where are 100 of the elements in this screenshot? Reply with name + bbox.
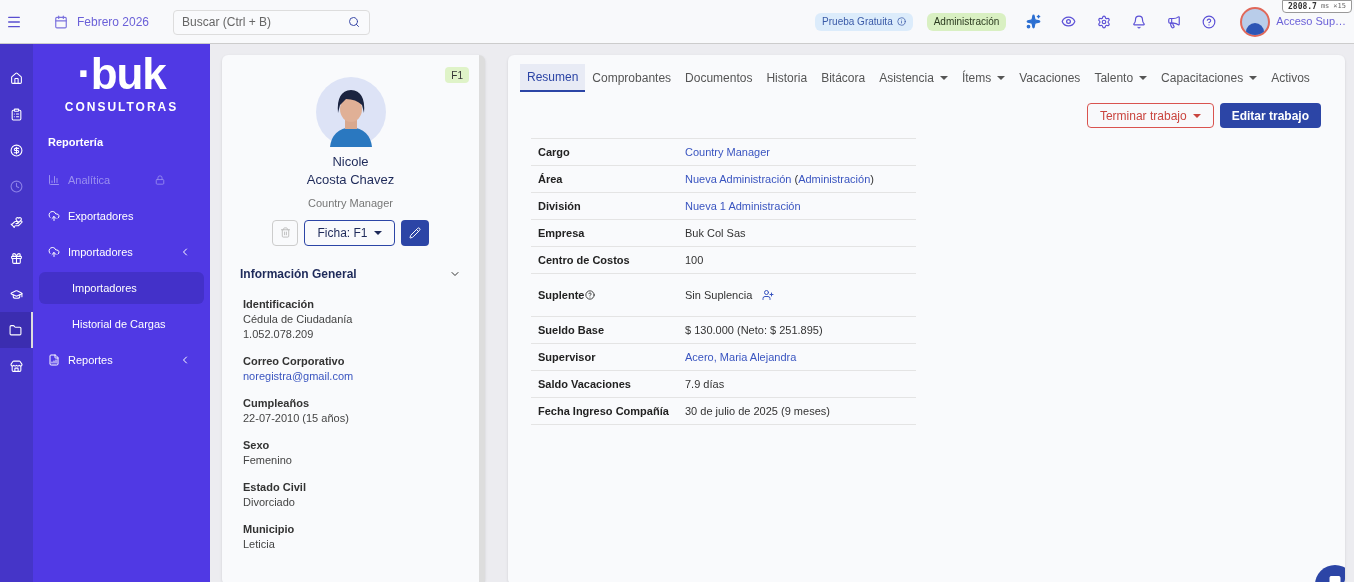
tab[interactable]: Capacitaciones: [1154, 64, 1265, 92]
status-badge: Prueba Gratuita: [815, 12, 913, 31]
value-link[interactable]: Acero, Maria Alejandra: [685, 350, 797, 363]
calendar-icon[interactable]: [54, 14, 68, 29]
tab[interactable]: Resumen: [520, 64, 586, 92]
email-link[interactable]: noregistra@gmail.com: [243, 368, 458, 384]
summary-label: Supervisor: [537, 349, 597, 365]
chart-icon: [48, 174, 60, 186]
search-field[interactable]: Buscar (Ctrl + B): [173, 9, 371, 35]
tab-label: Bitácora: [821, 70, 866, 87]
tab[interactable]: Bitácora: [814, 64, 873, 92]
field-value: 1.052.078.209: [243, 326, 315, 342]
action-button[interactable]: Terminar trabajo: [1086, 103, 1214, 128]
summary-value: (: [793, 172, 799, 185]
search-icon[interactable]: [348, 16, 361, 28]
summary-value: Buk Col Sas: [685, 226, 746, 239]
summary-label: Saldo Vacaciones: [537, 376, 632, 392]
field-value: Cédula de Ciudadanía: [243, 311, 354, 327]
info-icon: [896, 17, 906, 26]
field-label: Cumpleaños: [243, 395, 310, 411]
tab[interactable]: Comprobantes: [585, 64, 679, 92]
field-label: Estado Civil: [243, 479, 307, 495]
clipboard-icon: [10, 107, 23, 121]
tab[interactable]: Ítems: [954, 64, 1013, 92]
sidebar-subitem[interactable]: Importadores: [39, 272, 204, 304]
status-badge: Administración: [926, 12, 1007, 31]
hand-icon: [10, 215, 23, 229]
summary-label: División: [537, 198, 582, 214]
brand-subtitle: CONSULTORAS: [64, 99, 179, 116]
help-icon[interactable]: [585, 290, 596, 300]
employee-last-name: Acosta Chavez: [306, 171, 395, 189]
sidebar-subitem[interactable]: Historial de Cargas: [39, 308, 204, 340]
summary-label: Sueldo Base: [537, 322, 606, 338]
sidebar-item-label: Reportes: [68, 352, 114, 368]
summary-value: 30 de julio de 2025 (9 meses): [685, 404, 830, 417]
avatar-illustration: [315, 77, 386, 147]
trash-icon: [280, 227, 291, 238]
user-name[interactable]: Acceso Sup…: [1276, 13, 1346, 30]
timing-value: 2808.7: [1288, 0, 1317, 13]
record-badge: F1: [445, 67, 469, 83]
cloud-icon: [48, 210, 60, 222]
field-value: Leticia: [243, 536, 276, 552]
tab[interactable]: Activos: [1264, 64, 1317, 92]
sidebar-item[interactable]: Reportes: [33, 342, 210, 378]
value-link[interactable]: Administración: [798, 172, 871, 185]
add-person-icon[interactable]: [762, 289, 775, 301]
tab[interactable]: Vacaciones: [1012, 64, 1088, 92]
summary-value: 7.9 días: [685, 377, 725, 390]
sidebar-item-label: Analítica: [68, 172, 112, 188]
record-dropdown[interactable]: Ficha: F1: [304, 219, 395, 246]
tab-label: Vacaciones: [1019, 70, 1081, 87]
tab[interactable]: Asistencia: [872, 64, 955, 92]
edit-button[interactable]: [400, 219, 429, 246]
cloud-icon: [48, 246, 60, 258]
school-icon: [10, 287, 23, 301]
summary-label: Cargo: [537, 144, 571, 160]
tab[interactable]: Documentos: [678, 64, 760, 92]
brand-logo[interactable]: ·buk: [77, 54, 166, 94]
summary-label: Centro de Costos: [537, 252, 631, 268]
help-icon[interactable]: [1202, 14, 1217, 29]
action-button[interactable]: Editar trabajo: [1219, 103, 1321, 128]
caret-icon: [1192, 113, 1201, 118]
tab-label: Comprobantes: [592, 70, 672, 87]
period-label[interactable]: Febrero 2026: [77, 12, 150, 31]
folder-icon: [9, 323, 22, 337]
value-link[interactable]: Nueva Administración: [685, 172, 792, 185]
tab[interactable]: Historia: [759, 64, 815, 92]
field-label: Identificación: [243, 296, 315, 312]
tab-label: Activos: [1271, 70, 1310, 87]
tab-label: Capacitaciones: [1161, 70, 1244, 87]
sidebar-item[interactable]: Exportadores: [33, 198, 210, 234]
clock-icon: [10, 179, 23, 193]
field-value: Femenino: [243, 452, 293, 468]
tab-label: Resumen: [527, 69, 579, 86]
report-icon: [48, 354, 60, 366]
value-link[interactable]: Country Manager: [685, 145, 770, 158]
tab-label: Ítems: [961, 69, 992, 87]
field-value: Divorciado: [243, 494, 296, 510]
sidebar-item[interactable]: Importadores: [33, 234, 210, 270]
section-toggle[interactable]: Información General: [222, 261, 479, 286]
summary-value: 100: [685, 253, 704, 266]
tab-label: Historia: [766, 70, 808, 87]
eye-icon[interactable]: [1061, 14, 1077, 29]
field-label: Correo Corporativo: [243, 353, 346, 369]
field-label: Municipio: [243, 521, 296, 537]
bell-icon[interactable]: [1132, 14, 1147, 29]
caret-icon: [373, 230, 382, 235]
user-avatar[interactable]: [1240, 6, 1271, 37]
tab[interactable]: Talento: [1087, 64, 1155, 92]
pencil-icon: [408, 226, 421, 239]
summary-label: Suplente: [531, 286, 685, 304]
sparkle-icon[interactable]: [1026, 14, 1042, 29]
employee-role: Country Manager: [308, 196, 393, 211]
value-link[interactable]: Nueva 1 Administración: [685, 199, 801, 212]
employee-first-name: Nicole: [332, 153, 369, 171]
tab-label: Documentos: [685, 70, 753, 87]
megaphone-icon[interactable]: [1167, 14, 1182, 29]
settings-icon[interactable]: [1097, 14, 1112, 29]
summary-value: ): [870, 172, 874, 185]
gift-icon: [10, 251, 23, 265]
